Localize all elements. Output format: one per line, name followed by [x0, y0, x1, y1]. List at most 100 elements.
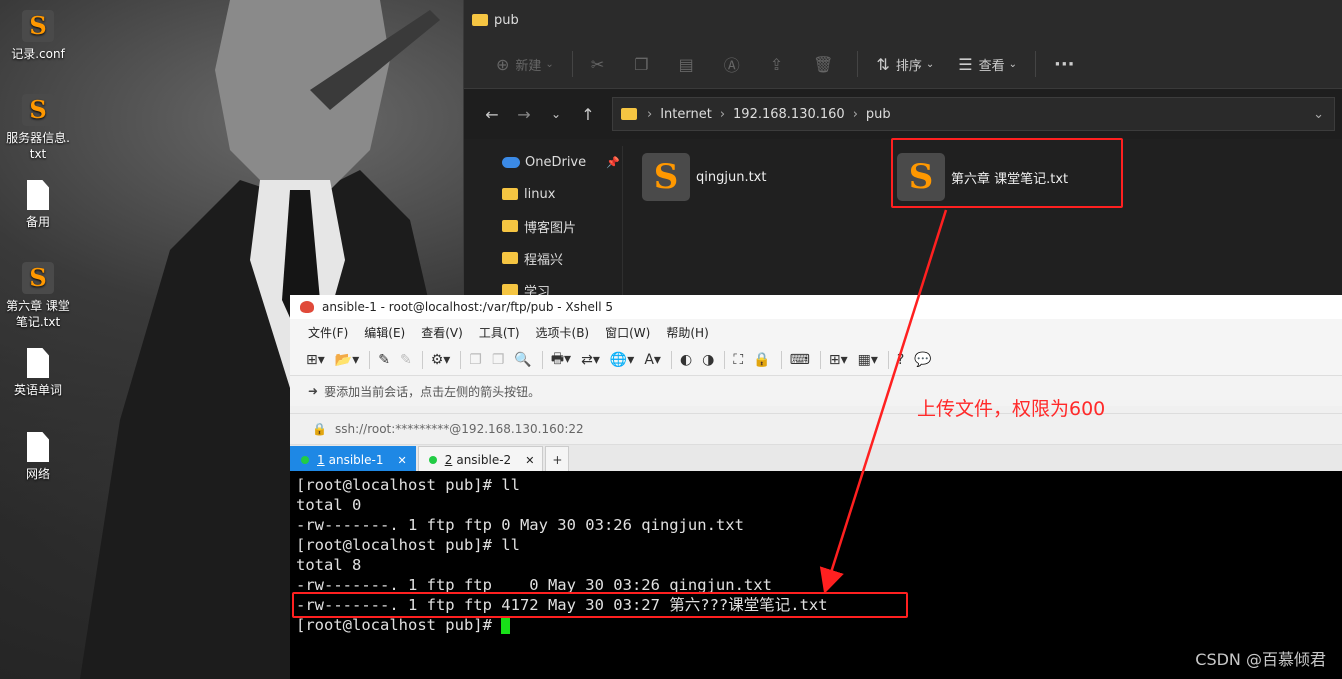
menu-file[interactable]: 文件(F) [308, 324, 348, 341]
menu-view[interactable]: 查看(V) [421, 324, 463, 341]
toolbar-divider [724, 351, 726, 369]
close-icon[interactable]: ✕ [525, 454, 534, 467]
file-explorer-window: pub ⊕ 新建 ⌄ ✂ ❐ ▤ Ⓐ ⇪ 🗑 ⇅ 排序 ⌄ ☰ 查看 ⌄ ···… [463, 0, 1342, 300]
pane-divider[interactable] [622, 146, 623, 295]
menu-window[interactable]: 窗口(W) [605, 324, 650, 341]
forward-arrow-icon[interactable]: → [508, 105, 540, 124]
font-icon[interactable]: A▾ [644, 352, 661, 368]
desktop-icon-backup[interactable]: 备用 [0, 180, 76, 230]
more-options-button[interactable]: ··· [1042, 48, 1087, 80]
add-tab-button[interactable]: + [545, 446, 570, 473]
pin-icon: 📌 [606, 155, 620, 169]
rename-button[interactable]: Ⓐ [712, 48, 758, 80]
plus-circle-icon: ⊕ [496, 54, 510, 74]
keyboard-icon[interactable]: ⌨ [790, 352, 810, 368]
desktop-icon-record-conf[interactable]: S 记录.conf [0, 10, 76, 62]
back-arrow-icon[interactable]: ← [476, 105, 508, 124]
view-button[interactable]: ☰ 查看 ⌄ [946, 48, 1029, 80]
nav-item-onedrive[interactable]: OneDrive 📌 [464, 146, 622, 178]
highlight-box-uploaded-file [891, 138, 1123, 208]
terminal-output[interactable]: [root@localhost pub]# ll total 0 -rw----… [290, 471, 1342, 679]
nav-item-chengfuxing[interactable]: 程福兴 [464, 242, 622, 274]
xftp-icon[interactable]: ◐ [680, 352, 692, 368]
add-tab-icon[interactable]: ⊞▾ [829, 352, 848, 368]
print-icon[interactable]: 🖶▾ [551, 348, 571, 372]
find-icon[interactable]: 🔍 [514, 352, 531, 368]
disconnect-icon[interactable]: ✎ [400, 352, 412, 368]
transfer-icon[interactable]: ⇄▾ [581, 352, 600, 368]
fullscreen-icon[interactable]: ⛶ [733, 352, 743, 368]
tab-ansible-1[interactable]: 1 ansible-1 ✕ [290, 446, 416, 473]
toolbar-divider [1034, 51, 1036, 77]
clipboard-icon: ▤ [678, 54, 694, 74]
explorer-address-row: ← → ⌄ ↑ › Internet › 192.168.130.160 › p… [464, 89, 1342, 139]
copy-icon[interactable]: ❐ [469, 352, 482, 368]
help-icon[interactable]: ? [897, 352, 904, 368]
menu-tab[interactable]: 选项卡(B) [536, 324, 590, 341]
share-button[interactable]: ⇪ [758, 48, 801, 80]
cut-button[interactable]: ✂ [579, 48, 622, 80]
close-icon[interactable]: ✕ [397, 454, 406, 467]
breadcrumb-separator: › [719, 106, 726, 122]
chevron-down-icon[interactable]: ⌄ [1313, 107, 1324, 122]
scissors-icon: ✂ [590, 54, 605, 74]
chevron-down-icon: ⌄ [1008, 58, 1017, 70]
xagent-icon[interactable]: ◑ [702, 352, 714, 368]
address-bar[interactable]: › Internet › 192.168.130.160 › pub ⌄ [612, 97, 1335, 131]
session-tabs: 1 ansible-1 ✕ 2 ansible-2 ✕ + [290, 445, 1342, 473]
tab-number: 2 [444, 453, 453, 467]
sort-button[interactable]: ⇅ 排序 ⌄ [864, 48, 946, 80]
desktop-icon-english-words[interactable]: 英语单词 [0, 348, 76, 398]
explorer-titlebar[interactable]: pub [464, 0, 1342, 40]
breadcrumb-pub[interactable]: pub [866, 107, 891, 122]
up-arrow-icon[interactable]: ↑ [572, 105, 604, 124]
toolbar-divider [887, 351, 889, 369]
new-label: 新建 [515, 58, 542, 74]
connect-icon[interactable]: ✎ [378, 352, 390, 368]
session-hint-bar: ➜ 要添加当前会话，点击左侧的箭头按钮。 [290, 376, 1342, 406]
terminal-line: total 0 [296, 496, 362, 514]
desktop-icon-server-info[interactable]: S 服务器信息.txt [0, 94, 76, 162]
nav-item-linux[interactable]: linux [464, 178, 622, 210]
folder-icon [472, 14, 488, 26]
desktop-icon-label: 第六章 课堂笔记.txt [6, 299, 70, 329]
new-button[interactable]: ⊕ 新建 ⌄ [484, 48, 566, 80]
open-folder-icon[interactable]: 📂▾ [335, 352, 359, 368]
toolbar-divider [369, 351, 371, 369]
properties-icon[interactable]: ⚙▾ [431, 352, 451, 368]
terminal-line: [root@localhost pub]# ll [296, 536, 520, 554]
tab-label: ansible-1 [328, 453, 384, 467]
breadcrumb-host[interactable]: 192.168.130.160 [733, 107, 845, 122]
menu-edit[interactable]: 编辑(E) [364, 324, 405, 341]
lock-icon[interactable]: 🔒 [753, 352, 770, 368]
session-hint-text: 要添加当前会话，点击左侧的箭头按钮。 [324, 384, 541, 399]
terminal-cursor [501, 617, 511, 634]
session-address-bar[interactable]: 🔒 ssh://root:*********@192.168.130.160:2… [290, 413, 1342, 445]
xshell-titlebar[interactable]: ansible-1 - root@localhost:/var/ftp/pub … [290, 295, 1342, 319]
chat-icon[interactable]: 💬 [914, 352, 931, 368]
file-qingjun[interactable]: S qingjun.txt [642, 153, 766, 201]
globe-icon[interactable]: 🌐▾ [610, 352, 634, 368]
paste-button[interactable]: ▤ [667, 48, 712, 80]
recent-chevron-icon[interactable]: ⌄ [540, 107, 572, 121]
nav-item-blog-images[interactable]: 博客图片 [464, 210, 622, 242]
desktop-icon-network[interactable]: 网络 [0, 432, 76, 482]
add-session-arrow-icon[interactable]: ➜ [308, 384, 318, 398]
copy-button[interactable]: ❐ [622, 48, 666, 80]
layout-icon[interactable]: ▦▾ [858, 352, 878, 368]
desktop-icon-label: 网络 [25, 467, 50, 481]
menu-help[interactable]: 帮助(H) [666, 324, 708, 341]
paste-icon[interactable]: ❐ [492, 352, 505, 368]
terminal-line: total 8 [296, 556, 362, 574]
folder-icon [502, 220, 518, 232]
tab-ansible-2[interactable]: 2 ansible-2 ✕ [417, 446, 544, 473]
navigation-pane: OneDrive 📌 linux 博客图片 程福兴 学习 [464, 146, 622, 300]
new-session-icon[interactable]: ⊞▾ [306, 352, 325, 368]
desktop-icon-chapter6-notes[interactable]: S 第六章 课堂笔记.txt [0, 262, 76, 330]
connected-status-icon [428, 456, 437, 464]
trash-icon: 🗑 [813, 54, 834, 74]
breadcrumb-internet[interactable]: Internet [660, 107, 712, 122]
delete-button[interactable]: 🗑 [801, 48, 851, 80]
xshell-menubar: 文件(F) 编辑(E) 查看(V) 工具(T) 选项卡(B) 窗口(W) 帮助(… [290, 319, 1342, 345]
menu-tools[interactable]: 工具(T) [479, 324, 520, 341]
